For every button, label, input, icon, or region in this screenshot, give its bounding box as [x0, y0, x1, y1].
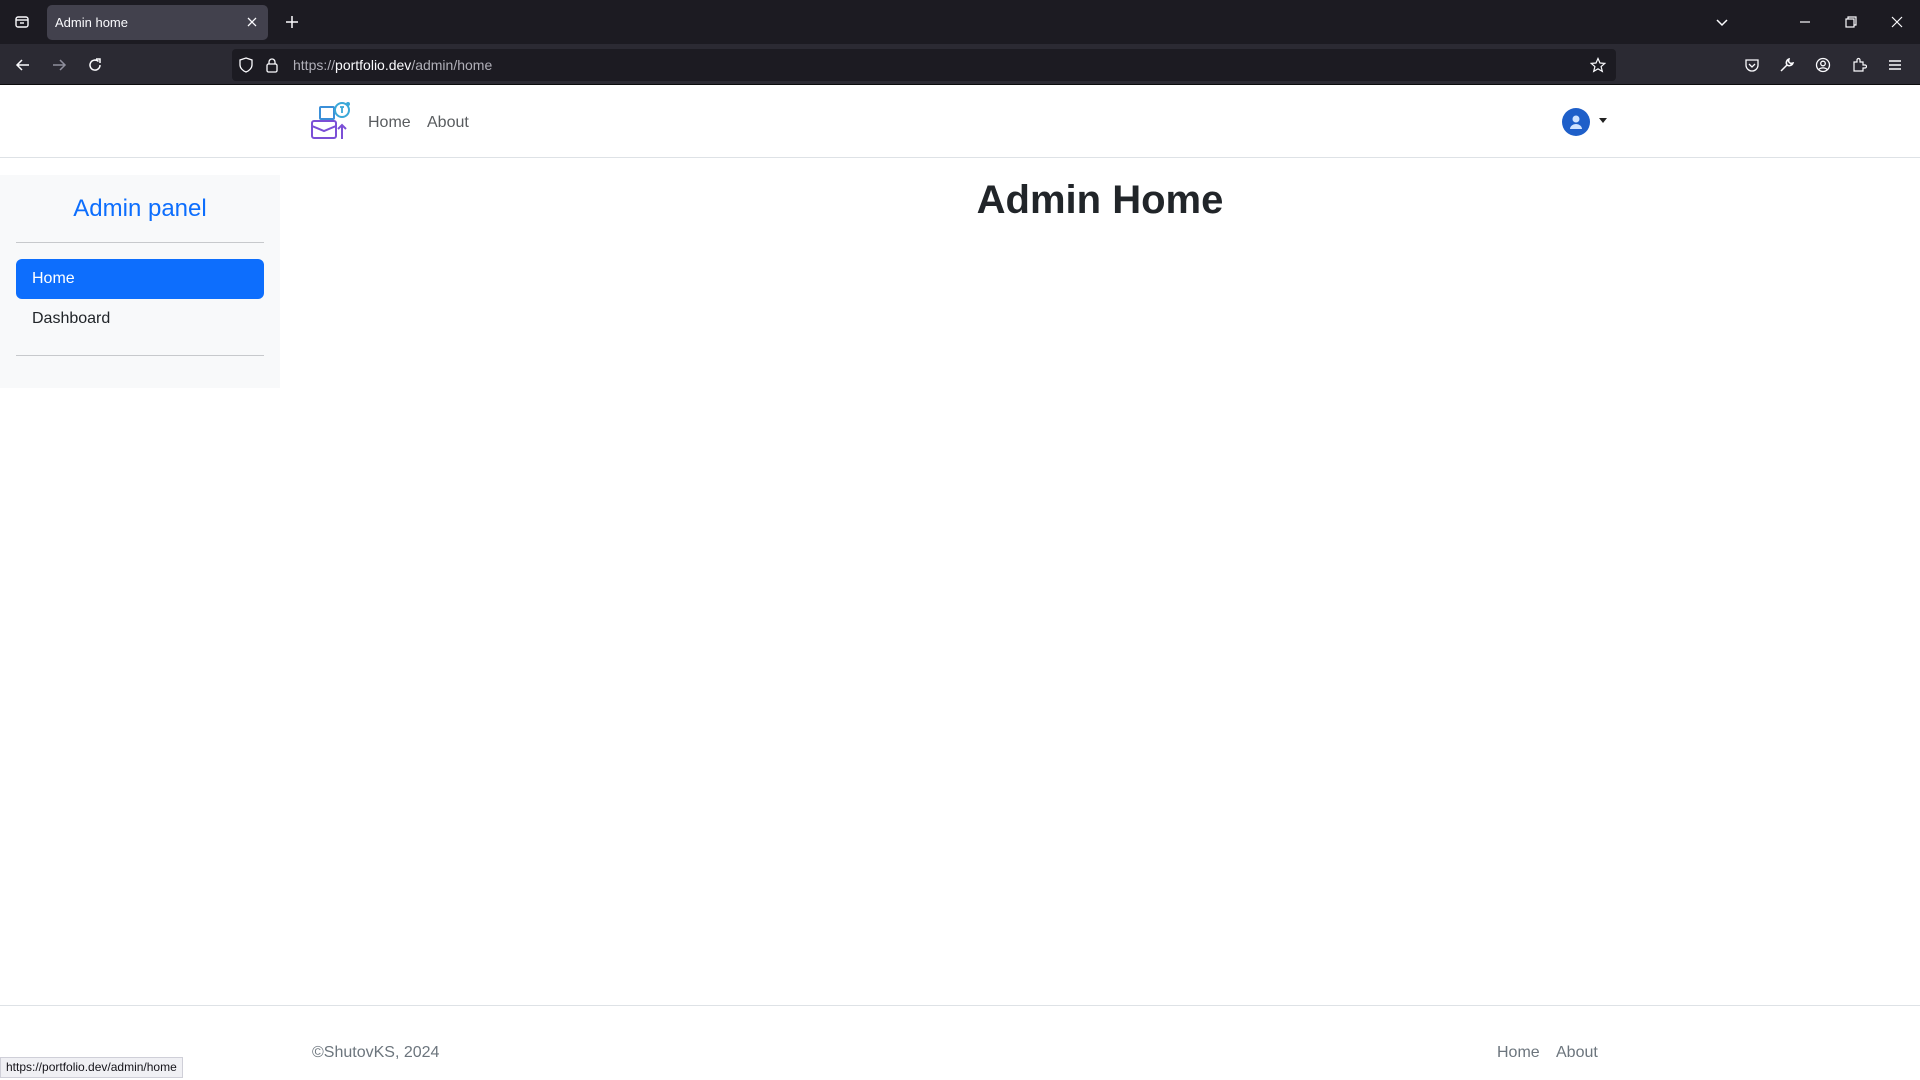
- nav-about-link[interactable]: About: [427, 114, 469, 132]
- admin-sidebar: Admin panel Home Dashboard: [0, 175, 280, 388]
- lock-icon[interactable]: [264, 57, 280, 73]
- sidebar-item-home[interactable]: Home: [16, 259, 264, 299]
- minimize-icon[interactable]: [1790, 8, 1820, 36]
- caret-down-icon[interactable]: [1599, 118, 1607, 123]
- url-prefix: https://: [293, 57, 336, 73]
- account-icon[interactable]: [1808, 50, 1838, 80]
- tab-title: Admin home: [55, 15, 128, 30]
- browser-tab-bar: Admin home: [0, 0, 1920, 44]
- reload-icon[interactable]: [80, 50, 110, 80]
- forward-arrow-icon[interactable]: [44, 50, 74, 80]
- tab-list-icon[interactable]: [8, 8, 36, 36]
- url-text: https://portfolio.dev/admin/home: [293, 57, 492, 73]
- footer-home-link[interactable]: Home: [1497, 1044, 1540, 1062]
- url-host: portfolio.dev: [335, 57, 412, 73]
- window-close-icon[interactable]: [1882, 8, 1912, 36]
- sidebar-title: Admin panel: [73, 195, 207, 222]
- restore-icon[interactable]: [1836, 8, 1866, 36]
- sidebar-divider: [16, 355, 264, 356]
- menu-icon[interactable]: [1880, 50, 1910, 80]
- star-icon[interactable]: [1590, 57, 1606, 73]
- site-header: Home About: [0, 85, 1920, 158]
- footer-about-link[interactable]: About: [1556, 1044, 1598, 1062]
- url-bar[interactable]: https://portfolio.dev/admin/home: [232, 49, 1616, 81]
- wrench-icon[interactable]: [1772, 50, 1802, 80]
- chevron-down-icon[interactable]: [1707, 8, 1737, 36]
- browser-tab-active[interactable]: Admin home: [47, 5, 268, 40]
- extensions-icon[interactable]: [1844, 50, 1874, 80]
- nav-home-link[interactable]: Home: [368, 114, 411, 132]
- footer-copyright: ©ShutovKS, 2024: [312, 1044, 440, 1061]
- site-footer: ©ShutovKS, 2024 Home About: [0, 1005, 1920, 1080]
- shield-icon[interactable]: [238, 57, 254, 73]
- url-path: /admin/home: [411, 57, 493, 73]
- web-page: Home About Admin panel Home Dashboard Ad…: [0, 85, 1920, 1080]
- status-url-tooltip: https://portfolio.dev/admin/home: [0, 1057, 183, 1078]
- back-arrow-icon[interactable]: [8, 50, 38, 80]
- sidebar-divider: [16, 242, 264, 243]
- page-title: Admin Home: [976, 178, 1224, 222]
- sidebar-item-dashboard[interactable]: Dashboard: [16, 299, 264, 339]
- close-icon[interactable]: [244, 14, 260, 30]
- avatar[interactable]: [1562, 108, 1590, 136]
- plus-icon[interactable]: [280, 10, 304, 34]
- pocket-icon[interactable]: [1737, 50, 1767, 80]
- browser-toolbar: https://portfolio.dev/admin/home: [0, 44, 1920, 85]
- site-logo[interactable]: [310, 99, 354, 143]
